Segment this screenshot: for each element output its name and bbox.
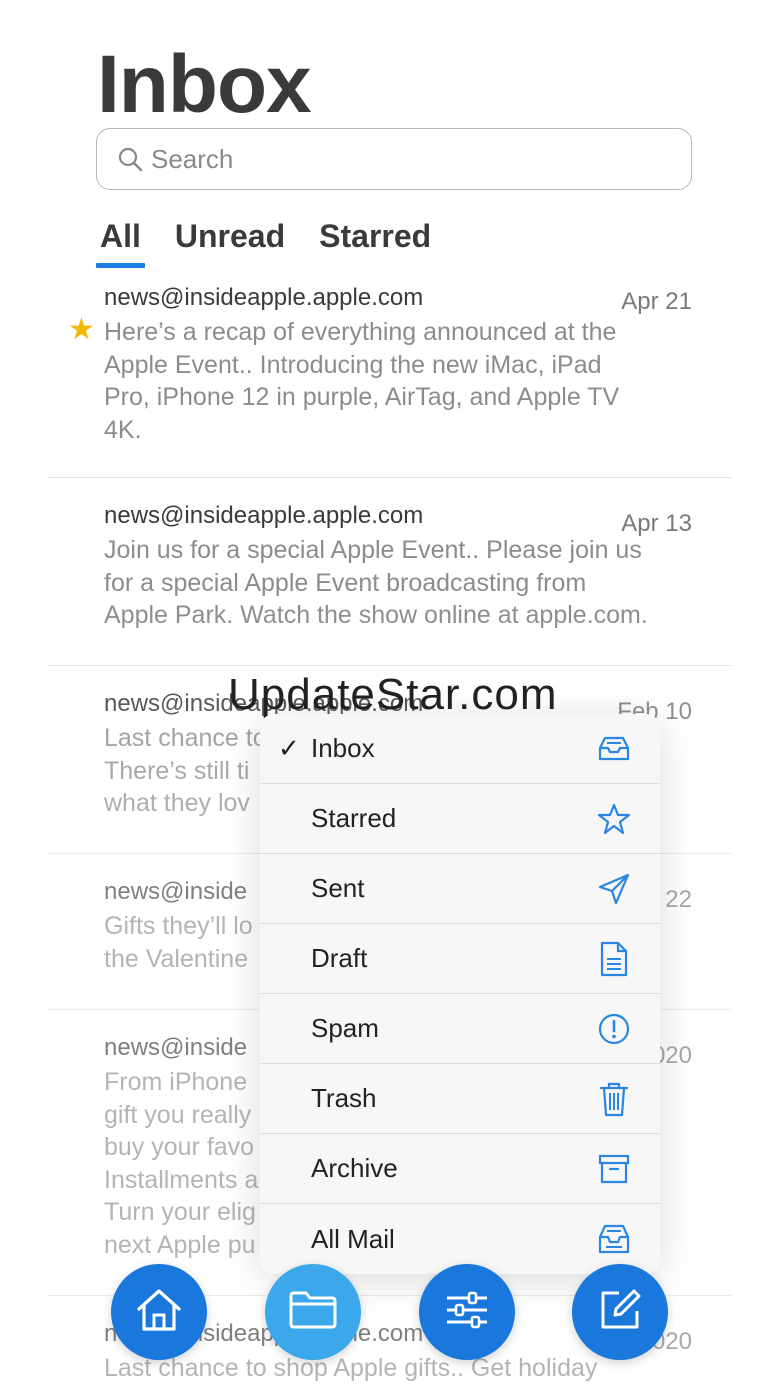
compose-button[interactable] (572, 1264, 668, 1360)
checkmark-icon: ✓ (278, 733, 300, 763)
page-title: Inbox (97, 39, 312, 130)
sliders-icon (444, 1290, 490, 1335)
tab-unread[interactable]: Unread (171, 218, 289, 266)
menu-item-archive[interactable]: Archive (260, 1134, 660, 1204)
email-date: Apr 13 (621, 510, 692, 537)
search-input[interactable] (151, 143, 651, 175)
folder-menu: ✓ Inbox Starred Sent Draft Spam Trash Ar… (260, 714, 660, 1274)
menu-item-spam[interactable]: Spam (260, 994, 660, 1064)
folders-button[interactable] (265, 1264, 361, 1360)
exclamation-circle-icon (596, 1011, 632, 1047)
email-snippet: Here’s a recap of everything announced a… (104, 318, 620, 444)
menu-item-draft[interactable]: Draft (260, 924, 660, 994)
inbox-tray-icon (596, 731, 632, 767)
paper-plane-icon (596, 871, 632, 907)
email-row[interactable]: news@insideapple.apple.com Apr 21 ★ Here… (48, 282, 732, 478)
email-sender: news@insideapple.apple.com (104, 502, 424, 529)
menu-item-trash[interactable]: Trash (260, 1064, 660, 1134)
search-bar[interactable] (96, 128, 692, 190)
email-date: 22 (665, 886, 692, 913)
folder-icon (288, 1290, 338, 1335)
menu-item-starred[interactable]: Starred (260, 784, 660, 854)
email-snippet: Join us for a special Apple Event.. Plea… (104, 536, 648, 630)
home-icon (135, 1287, 183, 1338)
all-mail-tray-icon (596, 1221, 632, 1257)
tab-all[interactable]: All (96, 218, 145, 268)
filters-button[interactable] (419, 1264, 515, 1360)
filter-tabs: All Unread Starred (96, 218, 461, 268)
star-filled-icon[interactable]: ★ (68, 312, 95, 347)
home-button[interactable] (111, 1264, 207, 1360)
email-row[interactable]: news@insideapple.apple.com Apr 13 Join u… (48, 478, 732, 666)
menu-item-inbox[interactable]: ✓ Inbox (260, 714, 660, 784)
search-icon (117, 144, 147, 174)
watermark-text: UpdateStar.com (228, 670, 558, 719)
archive-box-icon (596, 1151, 632, 1187)
star-outline-icon (596, 801, 632, 837)
email-sender: news@insideapple.apple.com (104, 284, 424, 311)
email-date: Apr 21 (621, 288, 692, 315)
compose-icon (597, 1287, 643, 1338)
menu-item-sent[interactable]: Sent (260, 854, 660, 924)
trash-icon (596, 1081, 632, 1117)
document-icon (596, 941, 632, 977)
tab-starred[interactable]: Starred (315, 218, 435, 266)
